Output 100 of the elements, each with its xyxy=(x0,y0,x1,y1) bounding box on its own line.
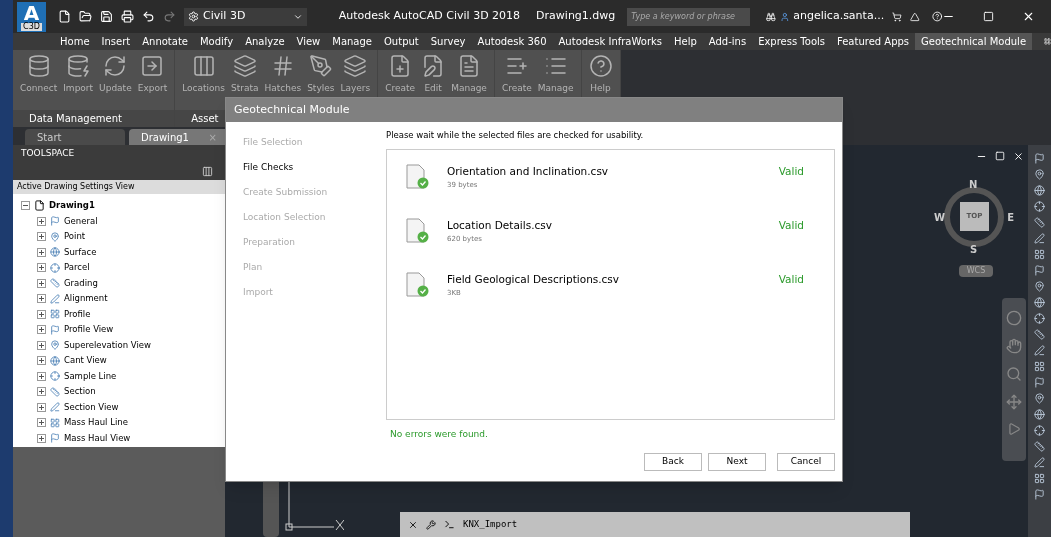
tree-item[interactable]: Section xyxy=(64,384,96,400)
expand-icon[interactable] xyxy=(37,340,46,350)
user-name[interactable]: angelica.santa... xyxy=(793,8,885,25)
expand-icon[interactable] xyxy=(37,216,46,226)
dialog-button[interactable]: Cancel xyxy=(777,453,835,471)
ruler-icon[interactable] xyxy=(1034,441,1045,452)
crosshair-icon[interactable] xyxy=(1034,313,1045,324)
dialog-button[interactable]: Next xyxy=(708,453,766,471)
tree-item[interactable]: Parcel xyxy=(64,260,90,276)
tree-item[interactable]: Mass Haul View xyxy=(64,430,131,446)
tree-item[interactable]: Superelevation View xyxy=(64,337,151,353)
ribbon-tab[interactable]: Annotate xyxy=(136,33,194,50)
ribbon-tab[interactable]: View xyxy=(290,33,327,50)
expand-icon[interactable] xyxy=(37,232,46,242)
restore-icon[interactable] xyxy=(995,151,1005,161)
close-icon[interactable] xyxy=(408,519,418,530)
collapse-icon[interactable] xyxy=(21,201,30,211)
pen-icon[interactable] xyxy=(1034,345,1045,356)
crosshair-icon[interactable] xyxy=(1034,425,1045,436)
ribbon-tab[interactable]: Survey xyxy=(424,33,472,50)
tree-item[interactable]: Alignment xyxy=(64,291,108,307)
ribbon-tab[interactable]: Analyze xyxy=(239,33,291,50)
tree-item[interactable]: Point xyxy=(64,229,86,245)
ribbon-tab[interactable]: Add-ins xyxy=(702,33,753,50)
ribbon-tab[interactable]: Output xyxy=(378,33,425,50)
panel-icon[interactable] xyxy=(1044,36,1051,47)
ribbon-tab[interactable]: Home xyxy=(54,33,96,50)
expand-icon[interactable] xyxy=(37,402,46,412)
close-icon[interactable] xyxy=(1022,10,1035,23)
triangle-icon[interactable] xyxy=(909,10,920,23)
print-icon[interactable] xyxy=(121,10,135,23)
tree-item[interactable]: Section View xyxy=(64,399,119,415)
flag-icon[interactable] xyxy=(1034,489,1045,500)
expand-icon[interactable] xyxy=(37,418,46,428)
flag-icon[interactable] xyxy=(1034,377,1045,388)
expand-icon[interactable] xyxy=(37,263,46,273)
pin-icon[interactable] xyxy=(1034,169,1045,180)
grid-icon[interactable] xyxy=(1034,473,1045,484)
maximize-icon[interactable] xyxy=(983,11,994,22)
ribbon-tab[interactable]: Geotechnical Module xyxy=(915,33,1033,50)
binoculars-icon[interactable] xyxy=(765,10,776,23)
ruler-icon[interactable] xyxy=(1034,217,1045,228)
ribbon-tab[interactable]: Insert xyxy=(95,33,137,50)
dialog-button[interactable]: Back xyxy=(644,453,702,471)
tree-item[interactable]: General xyxy=(64,213,98,229)
expand-icon[interactable] xyxy=(37,356,46,366)
ribbon-tab[interactable]: Express Tools xyxy=(752,33,831,50)
ribbon-tab[interactable]: Modify xyxy=(194,33,240,50)
save-icon[interactable] xyxy=(100,10,114,23)
pin-icon[interactable] xyxy=(1034,281,1045,292)
tree-item[interactable]: Cant View xyxy=(64,353,107,369)
expand-icon[interactable] xyxy=(37,433,46,443)
toggle-icon[interactable] xyxy=(202,166,213,177)
grid-icon[interactable] xyxy=(1034,249,1045,260)
globe-icon[interactable] xyxy=(1034,297,1045,308)
tree-item[interactable]: Drawing1 xyxy=(49,198,95,214)
ribbon-tab[interactable]: Manage xyxy=(326,33,378,50)
ribbon-tab[interactable]: Featured Apps xyxy=(831,33,916,50)
expand-icon[interactable] xyxy=(37,325,46,335)
open-icon[interactable] xyxy=(79,10,93,23)
globe-icon[interactable] xyxy=(1034,185,1045,196)
close-icon[interactable] xyxy=(1013,151,1024,162)
search-field[interactable]: Type a keyword or phrase xyxy=(627,7,750,26)
pin-icon[interactable] xyxy=(1034,393,1045,404)
ruler-icon[interactable] xyxy=(1034,329,1045,340)
ribbon-tab[interactable]: Help xyxy=(668,33,703,50)
expand-icon[interactable] xyxy=(37,247,46,257)
pen-icon[interactable] xyxy=(1034,233,1045,244)
expand-icon[interactable] xyxy=(37,371,46,381)
ribbon-tab[interactable]: Autodesk InfraWorks xyxy=(552,33,668,50)
help-icon[interactable] xyxy=(931,10,942,23)
tree-item[interactable]: Sample Line xyxy=(64,368,117,384)
document-tab[interactable]: Start xyxy=(25,129,125,145)
tree-item[interactable]: Mass Haul Line xyxy=(64,415,128,431)
app-logo[interactable]: A C3D xyxy=(17,1,47,32)
ribbon-tab[interactable]: Autodesk 360 xyxy=(471,33,553,50)
crosshair-icon[interactable] xyxy=(1034,201,1045,212)
tree-item[interactable]: Profile View xyxy=(64,322,114,338)
pen-icon[interactable] xyxy=(1034,457,1045,468)
flag-icon[interactable] xyxy=(1034,265,1045,276)
tree-item[interactable]: Grading xyxy=(64,275,98,291)
grid-icon[interactable] xyxy=(1034,361,1045,372)
wizard-step: File Checks xyxy=(243,161,386,177)
pin-icon xyxy=(50,231,60,242)
flag-icon[interactable] xyxy=(1034,153,1045,164)
redo-icon[interactable] xyxy=(163,10,177,23)
workspace-dropdown[interactable]: Civil 3D xyxy=(184,7,307,26)
expand-icon[interactable] xyxy=(37,387,46,397)
new-icon[interactable] xyxy=(58,10,72,23)
panel-title: Data Management xyxy=(29,112,122,126)
tree-item[interactable]: Profile xyxy=(64,306,91,322)
expand-icon[interactable] xyxy=(37,294,46,304)
wrench-icon[interactable] xyxy=(426,519,436,530)
layers-icon xyxy=(232,54,257,78)
expand-icon[interactable] xyxy=(37,278,46,288)
undo-icon[interactable] xyxy=(142,10,156,23)
cart-icon[interactable] xyxy=(892,10,902,23)
tree-item[interactable]: Surface xyxy=(64,244,97,260)
expand-icon[interactable] xyxy=(37,309,46,319)
globe-icon[interactable] xyxy=(1034,409,1045,420)
